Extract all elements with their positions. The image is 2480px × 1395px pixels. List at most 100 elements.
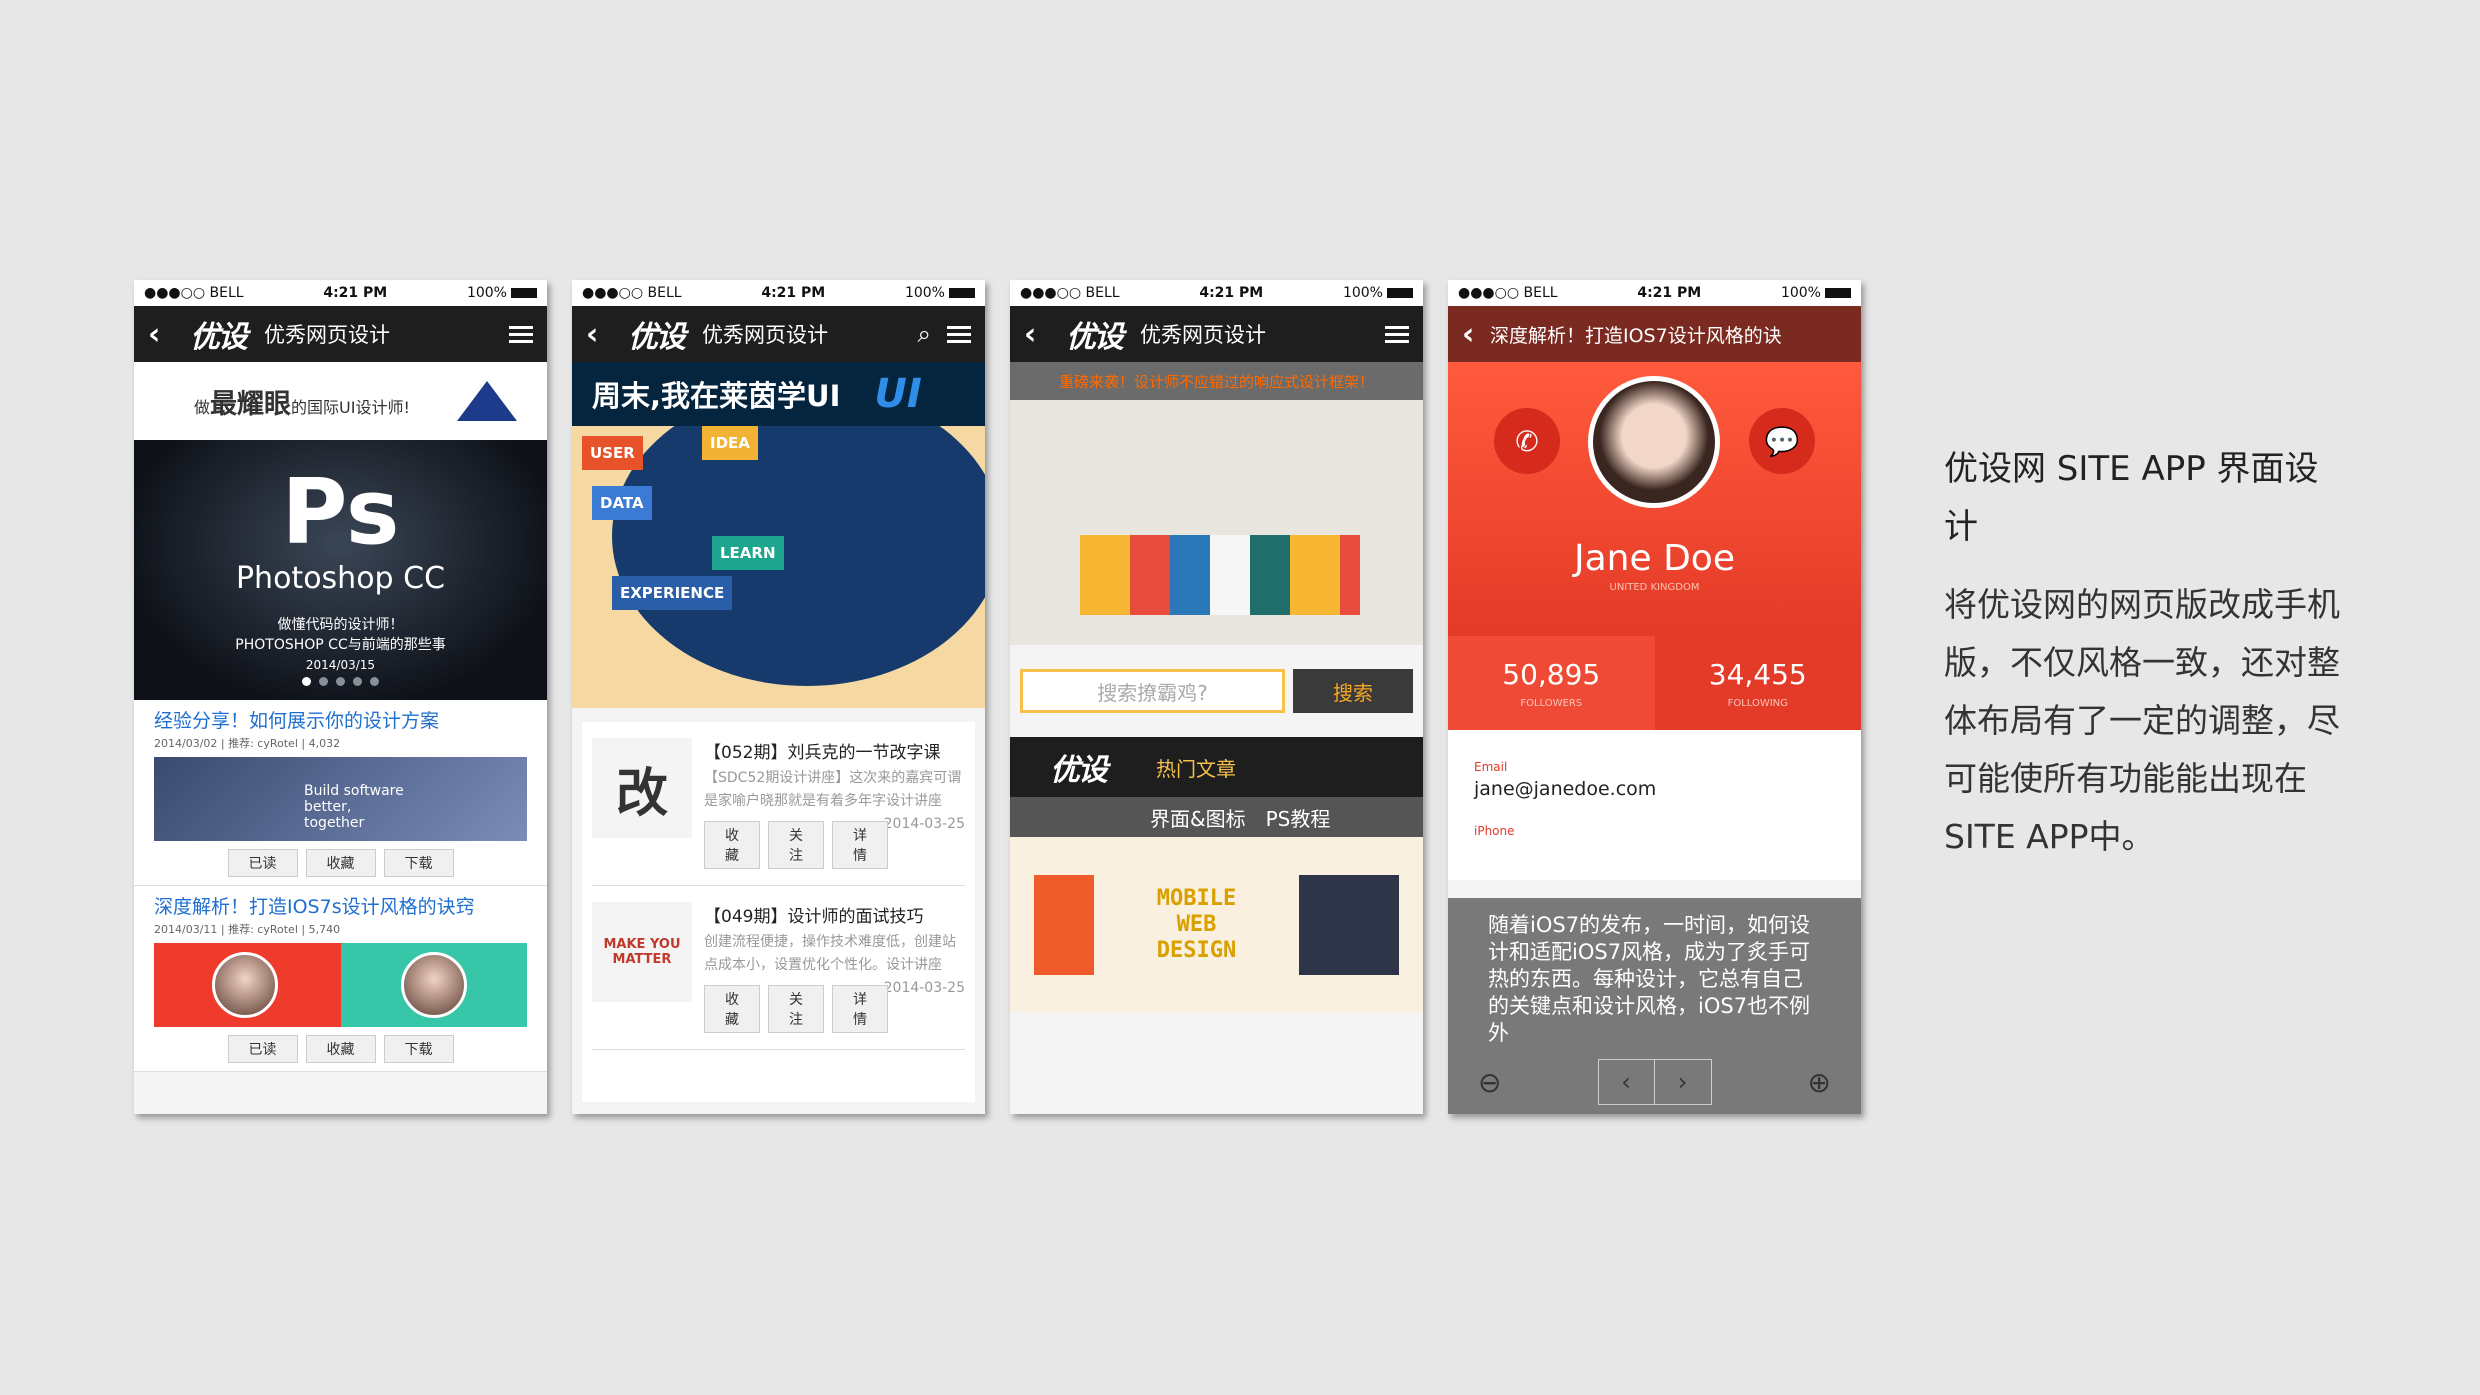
battery-icon: [1386, 288, 1413, 298]
battery-icon: [1824, 288, 1851, 298]
carousel-dots[interactable]: [134, 671, 547, 690]
article-title[interactable]: 深度解析！打造IOS7s设计风格的诀窍: [154, 892, 527, 919]
tab-ui-icons[interactable]: 界面&图标: [1150, 803, 1246, 832]
item-desc: 创建流程便捷，操作技术难度低，创建站点成本小，设置优化个性化。设计讲座: [704, 934, 956, 973]
battery-icon: [948, 288, 975, 298]
clock-label: 4:21 PM: [1199, 285, 1264, 301]
email-value[interactable]: jane@janedoe.com: [1474, 778, 1835, 800]
download-button[interactable]: 下载: [383, 849, 454, 877]
feature-ui-mark: UI: [874, 371, 922, 417]
clock-label: 4:21 PM: [761, 285, 826, 301]
follow-button[interactable]: 关注: [768, 821, 824, 869]
item-title[interactable]: 【049期】设计师的面试技巧: [704, 902, 965, 927]
site-logo: 优设: [190, 320, 248, 355]
follow-button[interactable]: 关注: [768, 985, 824, 1033]
chat-icon[interactable]: 💬: [1749, 408, 1815, 474]
battery-icon: [510, 288, 537, 298]
item-title[interactable]: 【052期】刘兵克的一节改字课: [704, 738, 965, 763]
phone-label: iPhone: [1474, 824, 1515, 838]
site-logo: 优设: [1050, 753, 1108, 788]
overlay-text: 随着iOS7的发布，一时间，如何设计和适配iOS7风格，成为了炙手可热的东西。每…: [1488, 913, 1811, 1045]
tab-ps-tutorial[interactable]: PS教程: [1266, 803, 1331, 832]
site-logo: 优设: [1066, 320, 1124, 355]
next-icon[interactable]: ›: [1655, 1060, 1711, 1104]
carrier-label: ●●●○○ BELL: [1458, 285, 1558, 301]
nav-title: 优秀网页设计: [702, 323, 828, 347]
prev-icon[interactable]: ‹: [1599, 1060, 1655, 1104]
site-logo: 优设: [628, 320, 686, 355]
back-icon[interactable]: ‹: [1462, 317, 1490, 352]
article-image: Build software better, together: [154, 757, 527, 841]
read-button[interactable]: 已读: [227, 1035, 298, 1063]
list-item[interactable]: MAKE YOU MATTER 【049期】设计师的面试技巧 创建流程便捷，操作…: [592, 886, 965, 1050]
followers-stat[interactable]: 50,895 FOLLOWERS: [1448, 636, 1655, 730]
phone-mockup-2: ●●●○○ BELL 4:21 PM 100% ‹ 优设 优秀网页设计 ⌕ 周末…: [572, 280, 985, 1114]
favorite-button[interactable]: 收藏: [704, 821, 760, 869]
item-thumbnail: 改: [592, 738, 692, 838]
zoom-in-icon[interactable]: ⊕: [1808, 1066, 1831, 1099]
project-title: 优设网 SITE APP 界面设计: [1944, 449, 2319, 547]
item-desc: 【SDC52期设计讲座】这次来的嘉宾可谓是家喻户晓那就是有着多年字设计讲座: [704, 770, 962, 809]
item-date: 2014-03-25: [883, 816, 965, 832]
banner-subtitle: 做懂代码的设计师！: [277, 617, 404, 633]
stats-row: 50,895 FOLLOWERS 34,455 FOLLOWING: [1448, 636, 1861, 730]
feature-image[interactable]: USER IDEA DATA LEARN EXPERIENCE: [572, 426, 985, 708]
back-icon[interactable]: ‹: [1024, 317, 1052, 352]
feature-title: 周末,我在莱茵学UI: [592, 379, 841, 413]
featured-image[interactable]: [1010, 400, 1423, 645]
search-area: 搜索撩霸鸡? 搜索: [1010, 645, 1423, 737]
article-carousel[interactable]: MOBILE WEB DESIGN: [1010, 837, 1423, 1012]
zoom-out-icon[interactable]: ⊖: [1478, 1066, 1501, 1099]
profile-name: Jane Doe: [1574, 538, 1735, 579]
menu-icon[interactable]: [509, 325, 533, 343]
favorite-button[interactable]: 收藏: [704, 985, 760, 1033]
book-card[interactable]: [1033, 874, 1094, 975]
carrier-label: ●●●○○ BELL: [1020, 285, 1120, 301]
article-card[interactable]: 经验分享！如何展示你的设计方案 2014/03/02 | 推荐: cyRotel…: [134, 700, 547, 886]
book-card[interactable]: [1299, 874, 1400, 975]
school-logo: [457, 381, 517, 421]
battery-label: 100%: [466, 285, 507, 301]
nav-bar: ‹ 优设 优秀网页设计: [134, 306, 547, 362]
carrier-label: ●●●○○ BELL: [582, 285, 682, 301]
battery-label: 100%: [904, 285, 945, 301]
item-date: 2014-03-25: [883, 980, 965, 996]
battery-label: 100%: [1780, 285, 1821, 301]
search-icon[interactable]: ⌕: [918, 320, 931, 348]
list-item[interactable]: 改 【052期】刘兵克的一节改字课 【SDC52期设计讲座】这次来的嘉宾可谓是家…: [592, 722, 965, 886]
phone-icon[interactable]: ✆: [1494, 408, 1560, 474]
read-button[interactable]: 已读: [227, 849, 298, 877]
detail-button[interactable]: 详情: [832, 821, 888, 869]
ad-banner[interactable]: 做最耀眼的国际UI设计师!: [134, 362, 547, 440]
email-label: Email: [1474, 760, 1508, 774]
back-icon[interactable]: ‹: [586, 317, 614, 352]
hot-articles-title: 热门文章: [1156, 756, 1236, 781]
nav-bar: ‹ 优设 优秀网页设计 ⌕: [572, 306, 985, 362]
project-body: 将优设网的网页版改成手机版，不仅风格一致，还对整体布局有了一定的调整，尽可能使所…: [1944, 585, 2340, 856]
feature-header: 周末,我在莱茵学UI UI: [572, 362, 985, 426]
favorite-button[interactable]: 收藏: [305, 849, 376, 877]
search-button[interactable]: 搜索: [1293, 669, 1413, 713]
mobile-web-design-card[interactable]: MOBILE WEB DESIGN: [1141, 886, 1251, 964]
detail-button[interactable]: 详情: [832, 985, 888, 1033]
favorite-button[interactable]: 收藏: [305, 1035, 376, 1063]
search-input[interactable]: 搜索撩霸鸡?: [1020, 669, 1285, 713]
back-icon[interactable]: ‹: [148, 317, 176, 352]
headline-bar[interactable]: 重磅来袭！设计师不应错过的响应式设计框架！: [1010, 362, 1423, 400]
article-card[interactable]: 深度解析！打造IOS7s设计风格的诀窍 2014/03/11 | 推荐: cyR…: [134, 886, 547, 1072]
article-title[interactable]: 经验分享！如何展示你的设计方案: [154, 706, 527, 733]
hero-carousel[interactable]: Ps Photoshop CC 做懂代码的设计师！ PHOTOSHOP CC与前…: [134, 440, 547, 700]
clock-label: 4:21 PM: [1637, 285, 1702, 301]
phone-mockup-3: ●●●○○ BELL 4:21 PM 100% ‹ 优设 优秀网页设计 重磅来袭…: [1010, 280, 1423, 1114]
following-stat[interactable]: 34,455 FOLLOWING: [1654, 636, 1861, 730]
hot-articles-header: 优设 热门文章: [1010, 737, 1423, 797]
download-button[interactable]: 下载: [383, 1035, 454, 1063]
nav-bar: ‹ 深度解析！打造IOS7设计风格的诀: [1448, 306, 1861, 362]
status-bar: ●●●○○ BELL 4:21 PM 100%: [1010, 280, 1423, 306]
profile-location: UNITED KINGDOM: [1609, 582, 1700, 593]
menu-icon[interactable]: [947, 325, 971, 343]
overlay-controls: ⊖ ‹ › ⊕: [1448, 1059, 1861, 1105]
menu-icon[interactable]: [1385, 325, 1409, 343]
banner-title: Photoshop CC: [235, 561, 446, 596]
lecture-list: 改 【052期】刘兵克的一节改字课 【SDC52期设计讲座】这次来的嘉宾可谓是家…: [582, 722, 975, 1102]
